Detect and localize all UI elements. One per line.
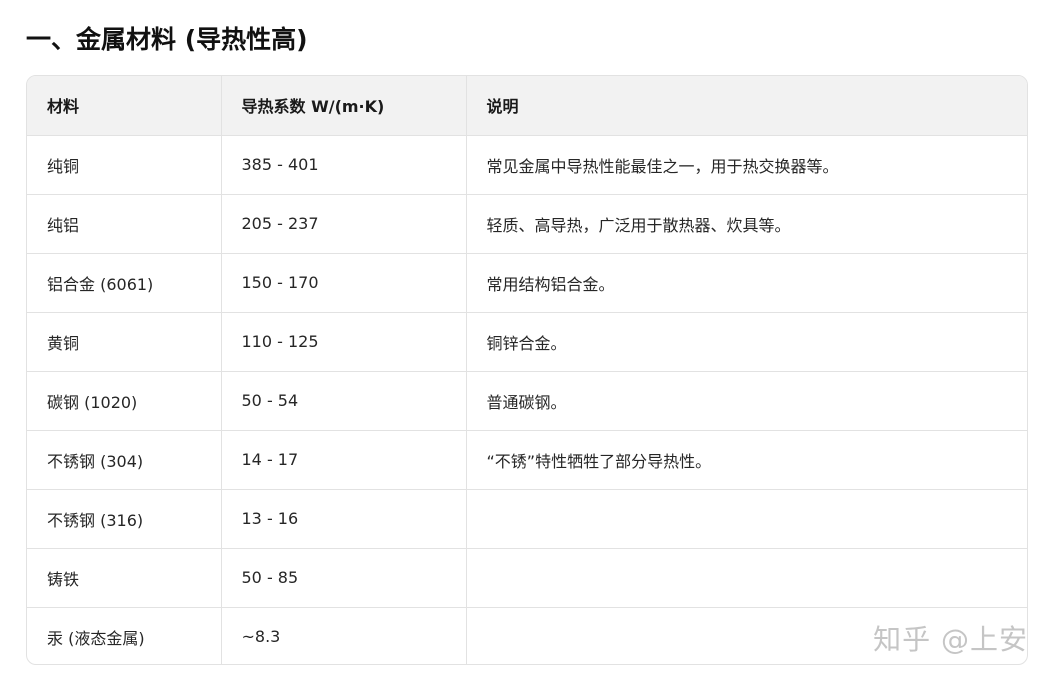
cell-description xyxy=(466,548,1027,608)
cell-description: 轻质、高导热，广泛用于散热器、炊具等。 xyxy=(466,194,1027,254)
column-header-description: 说明 xyxy=(466,76,1027,136)
table-row: 不锈钢 (304) 14 - 17 “不锈”特性牺牲了部分导热性。 xyxy=(27,430,1027,490)
cell-material: 不锈钢 (304) xyxy=(27,430,222,490)
table-row: 不锈钢 (316) 13 - 16 xyxy=(27,489,1027,549)
cell-description: 铜锌合金。 xyxy=(466,312,1027,372)
table-header: 材料 导热系数 W/(m·K) 说明 xyxy=(27,76,1027,136)
cell-conductivity: 150 - 170 xyxy=(221,253,467,313)
thermal-conductivity-table: 材料 导热系数 W/(m·K) 说明 纯铜 385 - 401 常见金属中导热性… xyxy=(26,75,1028,665)
cell-description: “不锈”特性牺牲了部分导热性。 xyxy=(466,430,1027,490)
cell-conductivity: 385 - 401 xyxy=(221,135,467,195)
cell-material: 不锈钢 (316) xyxy=(27,489,222,549)
table-row: 铸铁 50 - 85 xyxy=(27,548,1027,608)
table-header-row: 材料 导热系数 W/(m·K) 说明 xyxy=(27,76,1027,136)
cell-conductivity: 205 - 237 xyxy=(221,194,467,254)
table-row: 碳钢 (1020) 50 - 54 普通碳钢。 xyxy=(27,371,1027,431)
column-header-material: 材料 xyxy=(27,76,222,136)
table-row: 黄铜 110 - 125 铜锌合金。 xyxy=(27,312,1027,372)
cell-conductivity: 13 - 16 xyxy=(221,489,467,549)
cell-conductivity: 50 - 85 xyxy=(221,548,467,608)
cell-conductivity: 14 - 17 xyxy=(221,430,467,490)
cell-material: 铸铁 xyxy=(27,548,222,608)
page-title: 一、金属材料 (导热性高) xyxy=(26,25,308,54)
cell-description: 常用结构铝合金。 xyxy=(466,253,1027,313)
table-row: 铝合金 (6061) 150 - 170 常用结构铝合金。 xyxy=(27,253,1027,313)
cell-conductivity: ~8.3 xyxy=(221,607,467,664)
cell-material: 纯铜 xyxy=(27,135,222,195)
column-header-conductivity: 导热系数 W/(m·K) xyxy=(221,76,467,136)
table-row: 纯铝 205 - 237 轻质、高导热，广泛用于散热器、炊具等。 xyxy=(27,194,1027,254)
table-row: 纯铜 385 - 401 常见金属中导热性能最佳之一，用于热交换器等。 xyxy=(27,135,1027,195)
cell-description: 普通碳钢。 xyxy=(466,371,1027,431)
cell-material: 碳钢 (1020) xyxy=(27,371,222,431)
cell-description: 常见金属中导热性能最佳之一，用于热交换器等。 xyxy=(466,135,1027,195)
table-body: 纯铜 385 - 401 常见金属中导热性能最佳之一，用于热交换器等。 纯铝 2… xyxy=(27,135,1027,664)
cell-material: 纯铝 xyxy=(27,194,222,254)
cell-material: 黄铜 xyxy=(27,312,222,372)
cell-material: 铝合金 (6061) xyxy=(27,253,222,313)
cell-conductivity: 50 - 54 xyxy=(221,371,467,431)
cell-description xyxy=(466,489,1027,549)
cell-conductivity: 110 - 125 xyxy=(221,312,467,372)
cell-material: 汞 (液态金属) xyxy=(27,607,222,664)
table: 材料 导热系数 W/(m·K) 说明 纯铜 385 - 401 常见金属中导热性… xyxy=(27,76,1027,664)
cell-description xyxy=(466,607,1027,664)
table-row: 汞 (液态金属) ~8.3 xyxy=(27,607,1027,664)
